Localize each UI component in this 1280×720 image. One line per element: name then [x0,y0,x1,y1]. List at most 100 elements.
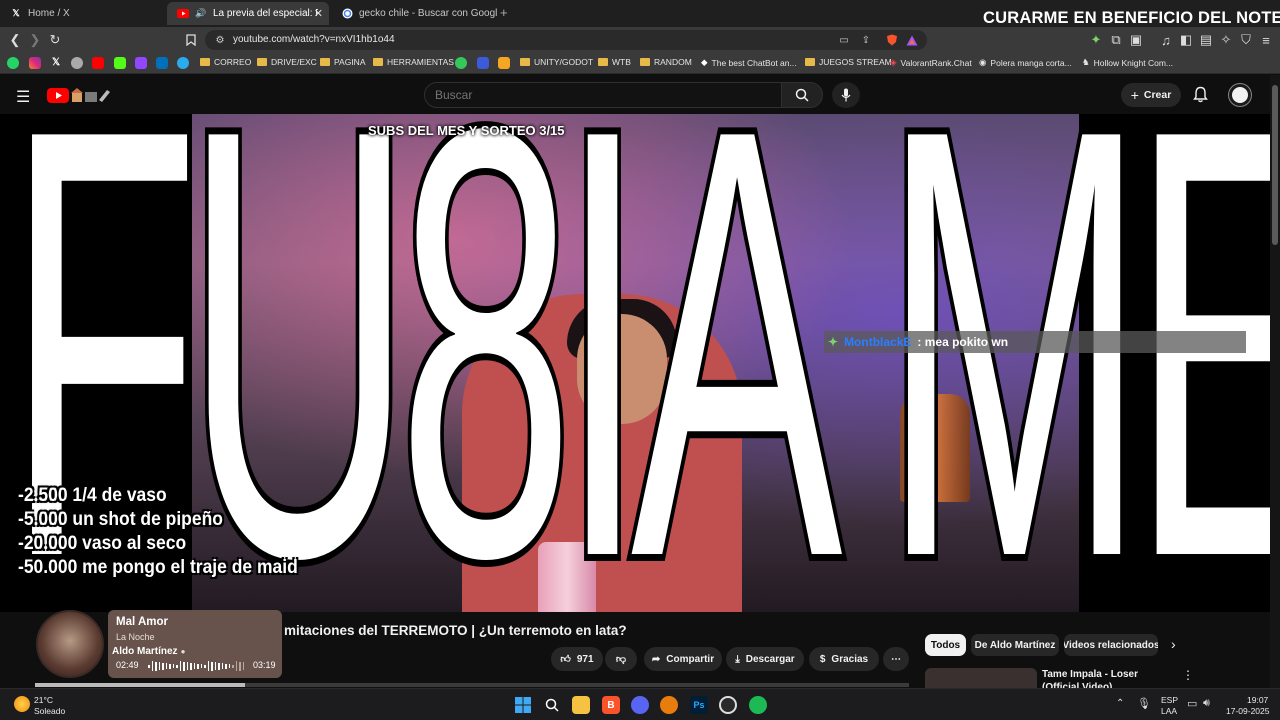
download-button[interactable]: ⤓ Descargar [726,647,804,671]
photoshop-icon[interactable]: Ps [690,696,708,714]
brave-shield-icon[interactable] [885,33,899,47]
waveform-bar [148,664,150,668]
media-control-icon[interactable]: ♫ [1158,32,1174,48]
x-logo-icon[interactable]: 𝕏 [50,57,62,69]
blender-icon[interactable] [660,696,678,714]
clock-date[interactable]: 17-09-2025 [1226,706,1269,716]
share-button[interactable]: ➦ Compartir [644,647,722,671]
extensions-icon[interactable]: ⧉ [1108,32,1124,48]
leo-ai-icon[interactable]: ✧ [1218,32,1234,48]
reload-icon[interactable]: ↻ [47,32,63,48]
bookmark-folder[interactable]: JUEGOS STREAM [805,57,892,67]
page-scrollbar[interactable] [1270,75,1280,688]
brave-browser-icon[interactable]: B [602,696,620,714]
extension-leaf-icon[interactable]: ✦ [1088,32,1104,48]
chip-todos[interactable]: Todos [925,634,966,656]
brave-rewards-icon[interactable] [905,33,919,47]
bookmark-folder[interactable]: WTB [598,57,631,67]
youtube-logo-icon[interactable] [47,86,113,109]
waveform-bar [200,664,202,668]
bookmark-folder[interactable]: PAGINA [320,57,366,67]
clock-time[interactable]: 19:07 [1247,695,1268,705]
bookmark-link[interactable]: ◈ ValorantRank.Chat [890,57,972,68]
vpn-icon[interactable]: ⛉ [1238,32,1254,48]
notifications-bell-icon[interactable] [1193,86,1208,108]
telegram-icon[interactable] [177,57,189,69]
waveform-bar [242,662,244,670]
windows-start-icon[interactable] [514,696,532,714]
voice-search-button[interactable] [832,82,860,108]
search-input[interactable] [435,88,765,102]
menu-icon[interactable]: ≡ [1258,32,1274,48]
discord-icon[interactable] [631,696,649,714]
bookmark-link[interactable]: ♞ Hollow Knight Com... [1082,57,1173,68]
tab-home-x[interactable]: 𝕏 Home / X [0,2,165,25]
chip-channel[interactable]: De Aldo Martínez [971,634,1059,656]
weather-sun-icon[interactable] [14,696,30,712]
network-icon[interactable]: ▭ [1187,697,1197,710]
cast-icon[interactable]: ▭ [837,33,851,47]
bookmark-folder[interactable]: RANDOM [640,57,692,67]
language-primary[interactable]: ESP [1161,695,1178,705]
bookmark-folder[interactable]: HERRAMIENTAS [373,57,454,67]
video-player[interactable]: FU8IA MEAR SUBS DEL MES Y SORTEO 3/15 ✦ … [0,114,1270,612]
tray-chevron-up-icon[interactable]: ⌃ [1116,698,1124,709]
scrollbar-thumb[interactable] [1272,85,1278,245]
bookmark-link[interactable]: ◉ Polera manga corta... [979,57,1072,68]
youtube-icon[interactable] [92,57,104,69]
file-explorer-icon[interactable] [572,696,590,714]
obs-icon[interactable] [719,696,737,714]
bookmark-folder[interactable]: CORREO [200,57,251,67]
apple-icon[interactable] [71,57,83,69]
weather-temp: 21°C [34,695,53,705]
bookmark-link[interactable]: ◆ The best ChatBot an... [701,57,797,68]
plus-icon: + [1130,87,1139,103]
bookmark-folder[interactable]: UNITY/GODOT [520,57,593,67]
hamburger-menu-icon[interactable]: ☰ [16,87,30,107]
create-button[interactable]: + Crear [1121,83,1181,107]
microphone-icon[interactable]: 🎙︎ [1137,697,1151,710]
whatsapp-icon[interactable] [7,57,19,69]
site-info-icon[interactable]: ⚙ [213,33,227,47]
wallet-icon[interactable]: ▤ [1198,32,1214,48]
address-bar[interactable]: ⚙ youtube.com/watch?v=nxVI1hb1o44 ▭ ⇪ [205,30,927,50]
twitch-icon[interactable] [135,57,147,69]
dislike-button[interactable]: 👎︎ [605,647,637,671]
volume-icon[interactable]: 🔊︎ [1203,697,1210,710]
search-icon[interactable] [543,696,561,714]
chevron-right-icon[interactable]: › [1171,636,1176,652]
avatar[interactable] [1229,84,1251,106]
forward-icon[interactable]: ❯ [27,32,43,48]
waveform[interactable] [148,661,244,671]
chip-related[interactable]: Videos relacionados [1064,634,1158,656]
back-icon[interactable]: ❮ [7,32,23,48]
instagram-icon[interactable] [29,57,41,69]
tab-youtube-video[interactable]: 🔊 La previa del especial: Proban ✕ [167,2,329,25]
app-icon[interactable] [477,57,489,69]
sidebar-icon[interactable]: ◧ [1178,32,1194,48]
language-secondary[interactable]: LAA [1161,706,1177,716]
search-button[interactable] [781,82,823,108]
video-progress-track[interactable] [35,683,909,687]
google-icon [341,8,353,20]
more-icon: ⋯ [891,653,901,665]
screenshot-icon[interactable]: ▣ [1128,32,1144,48]
paypal-icon[interactable] [156,57,168,69]
app-icon[interactable] [455,57,467,69]
more-vert-icon[interactable]: ⋮ [1182,668,1194,682]
share-icon[interactable]: ⇪ [859,33,873,47]
spotify-icon[interactable] [749,696,767,714]
tab-google-search[interactable]: gecko chile - Buscar con Google [331,2,497,25]
more-actions-button[interactable]: ⋯ [883,647,909,671]
thanks-button[interactable]: $ Gracias [809,647,879,671]
kick-icon[interactable] [114,57,126,69]
bookmark-folder[interactable]: DRIVE/EXC [257,57,317,67]
bookmark-icon[interactable] [183,32,199,48]
new-tab-icon[interactable]: + [500,5,508,20]
close-tab-icon[interactable]: ✕ [314,7,323,20]
recommendation-thumbnail[interactable] [925,668,1037,688]
app-icon[interactable] [498,57,510,69]
like-button[interactable]: 👍︎ 971 [551,647,603,671]
search-input-container[interactable] [424,82,782,108]
waveform-bar [162,662,164,670]
